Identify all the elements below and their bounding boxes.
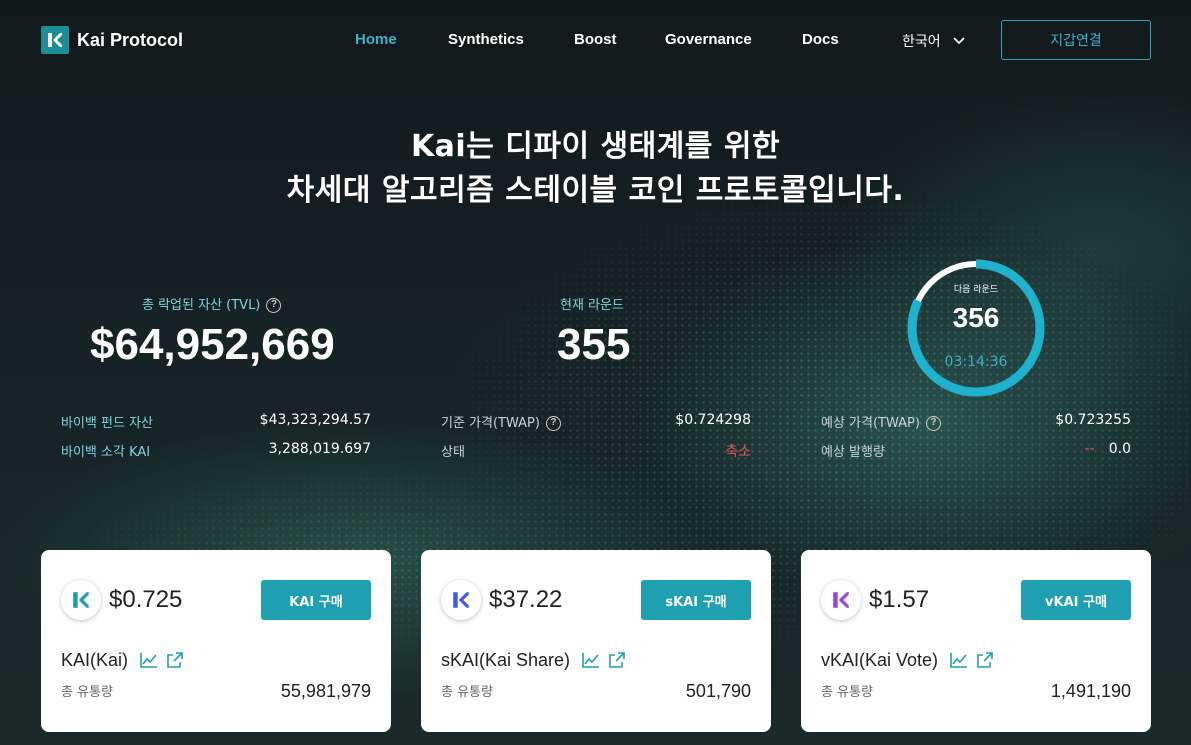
token-card-vkai: $1.57 vKAI 구매 vKAI(Kai Vote) 총 유통량 1,491… xyxy=(801,550,1151,732)
buy-kai-button[interactable]: KAI 구매 xyxy=(261,580,371,620)
supply-label: 총 유통량 xyxy=(821,685,873,700)
est-twap-label-wrap: 예상 가격(TWAP)? xyxy=(821,412,941,431)
token-name-row: vKAI(Kai Vote) xyxy=(821,650,993,671)
status-label: 상태 xyxy=(441,445,465,460)
token-name: sKAI(Kai Share) xyxy=(441,650,571,670)
supply-value: 501,790 xyxy=(685,681,751,701)
help-icon[interactable]: ? xyxy=(266,298,282,313)
est-issue-value: 0.0 xyxy=(1108,441,1131,457)
token-card-kai: $0.725 KAI 구매 KAI(Kai) 총 유통량 55,981,979 xyxy=(41,550,391,732)
next-round-timer: 03:14:36 xyxy=(944,354,1008,370)
chart-icon[interactable] xyxy=(582,652,600,668)
twap-label-wrap: 기준 가격(TWAP)? xyxy=(441,412,561,431)
chart-icon[interactable] xyxy=(140,652,158,668)
nav-governance[interactable]: Governance xyxy=(665,31,752,48)
buy-vkai-button[interactable]: vKAI 구매 xyxy=(1021,580,1131,620)
est-issue-value-wrap: -- 0.0 xyxy=(980,441,1131,457)
kai-token-icon xyxy=(61,580,101,620)
skai-token-icon xyxy=(441,580,481,620)
buyback-fund-value: $43,323,294.57 xyxy=(259,412,371,428)
token-price: $1.57 xyxy=(869,586,930,613)
help-icon[interactable]: ? xyxy=(545,416,561,431)
token-name: KAI(Kai) xyxy=(61,650,129,670)
next-round-value: 356 xyxy=(952,302,1000,333)
token-price: $37.22 xyxy=(489,586,563,613)
hero-line-2: 차세대 알고리즘 스테이블 코인 프로토콜입니다. xyxy=(286,173,905,208)
vkai-token-icon xyxy=(821,580,861,620)
external-link-icon[interactable] xyxy=(608,652,625,669)
supply-value: 55,981,979 xyxy=(280,681,371,701)
supply-label: 총 유통량 xyxy=(441,685,493,700)
est-twap-value: $0.723255 xyxy=(1055,412,1131,428)
est-issue-label: 예상 발행량 xyxy=(821,445,885,460)
status-value: 축소 xyxy=(725,444,751,460)
nav-synthetics[interactable]: Synthetics xyxy=(448,31,524,48)
chevron-down-icon xyxy=(953,37,965,45)
est-issue-dash: -- xyxy=(1084,441,1095,457)
buyback-burn-value: 3,288,019.697 xyxy=(268,441,371,457)
token-name: vKAI(Kai Vote) xyxy=(821,650,939,670)
tvl-label-wrap: 총 락업된 자산 (TVL)? xyxy=(142,294,282,313)
current-round-value: 355 xyxy=(557,320,631,369)
tvl-value: $64,952,669 xyxy=(90,320,335,369)
buy-skai-button[interactable]: sKAI 구매 xyxy=(641,580,751,620)
twap-label: 기준 가격(TWAP) xyxy=(441,416,540,431)
language-label: 한국어 xyxy=(902,34,941,50)
tvl-label: 총 락업된 자산 (TVL) xyxy=(142,298,261,313)
supply-value: 1,491,190 xyxy=(1050,681,1131,701)
language-select[interactable]: 한국어 xyxy=(902,31,965,51)
kai-logo-icon xyxy=(41,26,69,54)
brand-name: Kai Protocol xyxy=(77,29,184,50)
connect-wallet-button[interactable]: 지갑연결 xyxy=(1001,20,1151,60)
token-name-row: sKAI(Kai Share) xyxy=(441,650,625,671)
current-round-label: 현재 라운드 xyxy=(560,298,624,313)
chart-icon[interactable] xyxy=(950,652,968,668)
buyback-fund-label: 바이백 펀드 자산 xyxy=(61,416,153,431)
token-card-skai: $37.22 sKAI 구매 sKAI(Kai Share) 총 유통량 501… xyxy=(421,550,771,732)
nav-boost[interactable]: Boost xyxy=(574,31,617,48)
nav-home[interactable]: Home xyxy=(355,31,397,48)
brand-logo[interactable]: Kai Protocol xyxy=(41,26,183,54)
twap-value: $0.724298 xyxy=(675,412,751,428)
external-link-icon[interactable] xyxy=(976,652,993,669)
external-link-icon[interactable] xyxy=(166,652,183,669)
token-name-row: KAI(Kai) xyxy=(61,650,183,671)
buyback-burn-label: 바이백 소각 KAI xyxy=(61,445,151,460)
nav-docs[interactable]: Docs xyxy=(802,31,839,48)
next-round-label: 다음 라운드 xyxy=(953,285,999,295)
help-icon[interactable]: ? xyxy=(925,416,941,431)
est-twap-label: 예상 가격(TWAP) xyxy=(821,416,920,431)
hero-line-1: Kai는 디파이 생태계를 위한 xyxy=(410,129,781,164)
token-price: $0.725 xyxy=(109,586,183,613)
supply-label: 총 유통량 xyxy=(61,685,113,700)
